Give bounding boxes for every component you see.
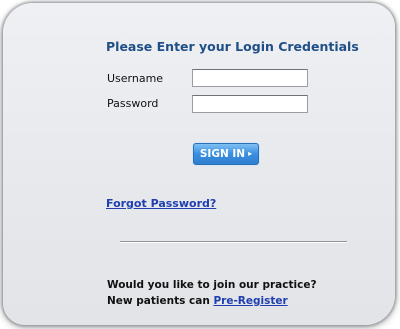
sign-in-button[interactable]: SIGN IN ▸ — [193, 143, 259, 165]
divider — [120, 241, 347, 243]
new-patients-line: New patients can Pre-Register — [107, 295, 288, 307]
username-label: Username — [107, 72, 164, 85]
login-title: Please Enter your Login Credentials — [106, 39, 359, 54]
password-label: Password — [107, 97, 159, 110]
username-input[interactable] — [192, 69, 308, 87]
pre-register-link[interactable]: Pre-Register — [213, 295, 287, 307]
new-patients-text: New patients can — [107, 295, 210, 307]
sign-in-label: SIGN IN — [199, 148, 246, 160]
join-practice-text: Would you like to join our practice? — [107, 279, 317, 291]
forgot-password-link[interactable]: Forgot Password? — [106, 197, 216, 210]
arrow-right-icon: ▸ — [248, 149, 253, 158]
login-panel: Please Enter your Login Credentials User… — [3, 3, 395, 325]
password-input[interactable] — [192, 95, 308, 113]
